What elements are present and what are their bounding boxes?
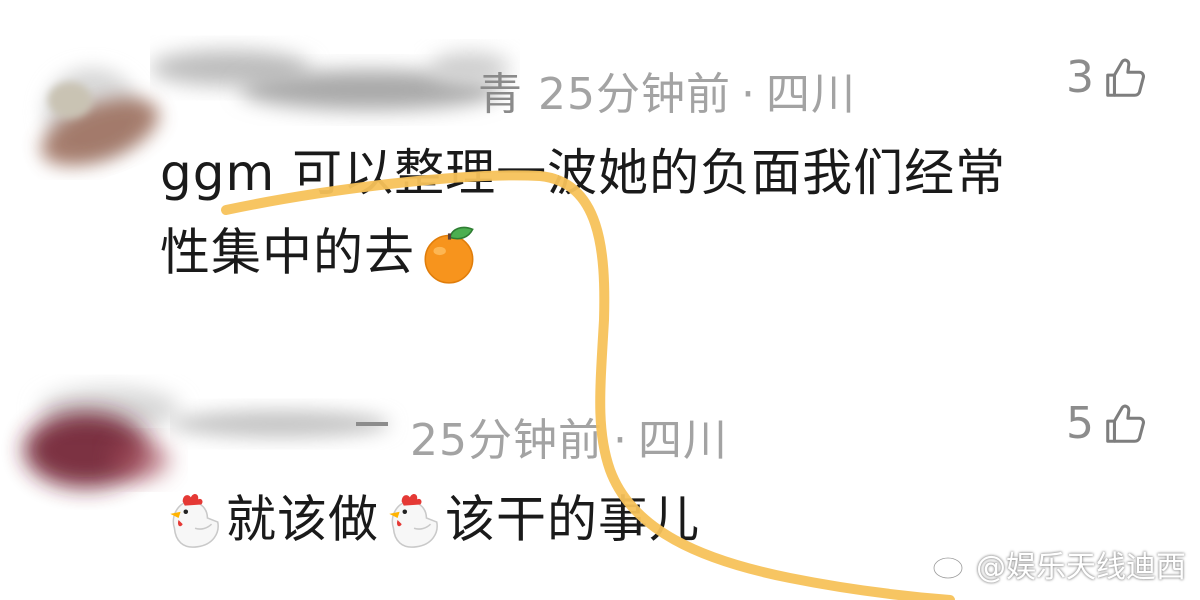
comment-meta: 青 25分钟前 · 四川 — [478, 58, 856, 122]
watermark: @娱乐天线迪西 — [932, 542, 1186, 586]
meta-separator: · — [741, 69, 756, 120]
chicken-icon — [170, 493, 219, 548]
orange-icon — [424, 226, 474, 284]
thumbs-up-icon[interactable] — [1102, 55, 1148, 101]
username-fragment[interactable]: 青 — [478, 69, 523, 120]
like-count: 5 — [1066, 398, 1094, 449]
like-button[interactable]: 5 — [1066, 398, 1148, 449]
weibo-logo-icon — [932, 551, 971, 580]
avatar-redacted[interactable] — [20, 40, 180, 180]
comment-text-part-1: 就该做 — [226, 490, 379, 549]
location: 四川 — [766, 69, 856, 120]
comment-text-line-1: ggm 可以整理一波她的负面我们经常 — [160, 144, 1007, 202]
thumbs-up-icon[interactable] — [1102, 401, 1148, 447]
timestamp: 25分钟前 — [410, 415, 603, 466]
chicken-icon — [389, 493, 438, 548]
like-button[interactable]: 3 — [1066, 52, 1148, 103]
comment-text-line-2-text: 性集中的去 — [160, 223, 415, 282]
location: 四川 — [638, 415, 728, 466]
username-redacted[interactable] — [150, 28, 520, 138]
comment-text-part-2: 该干的事儿 — [445, 490, 700, 549]
like-count: 3 — [1066, 52, 1094, 103]
timestamp: 25分钟前 — [538, 69, 731, 120]
comment-meta: 25分钟前 · 四川 — [410, 404, 728, 468]
comment-text: ggm 可以整理一波她的负面我们经常 性集中的去 — [160, 135, 1160, 291]
meta-separator: · — [613, 415, 628, 466]
username-redacted[interactable] — [170, 390, 420, 470]
comment-text: 就该做 该干的事儿 — [160, 478, 1060, 558]
comment-item-1: 青 25分钟前 · 四川 3 ggm 可以整理一波她的负面我们经常 性集中的去 — [0, 0, 1200, 340]
comment-text-line-2: 性集中的去 — [160, 211, 1160, 291]
watermark-text: @娱乐天线迪西 — [976, 550, 1186, 585]
